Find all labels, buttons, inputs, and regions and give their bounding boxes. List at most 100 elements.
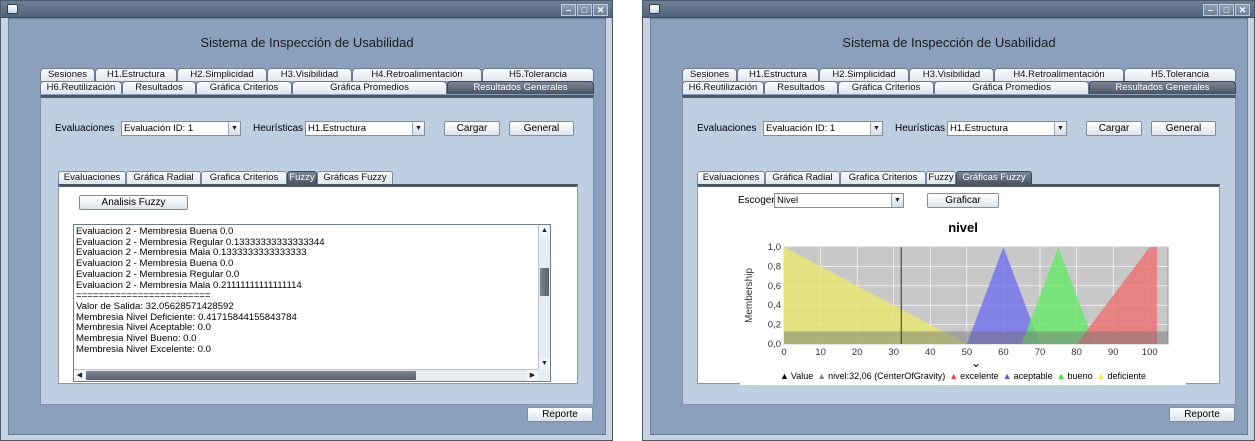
subtab-evaluaciones[interactable]: Evaluaciones [697,171,765,184]
tab-h5-tolerancia[interactable]: H5.Tolerancia [1124,68,1236,81]
tab-resultados[interactable]: Resultados [122,81,196,94]
fuzzy-output-lines: Evaluacion 2 - Membresia Buena 0.0 Evalua… [76,226,531,355]
tab-sesiones[interactable]: Sesiones [40,68,95,81]
scroll-thumb[interactable] [86,371,416,380]
tab-resultados-generales[interactable]: Resultados Generales [1089,81,1236,94]
evaluaciones-select[interactable]: Evaluación ID: 1 ▼ [763,121,883,136]
subtab-graficas-fuzzy[interactable]: Gráficas Fuzzy [317,171,393,184]
subtab-grafica-criterios[interactable]: Grafica Criterios [840,171,926,184]
scroll-left-icon[interactable]: ◀ [74,370,85,381]
fuzzy-chart: nivel 0 10 20 30 40 50 60 70 80 90 100 0,0 0,2 0,4 0,6… [740,217,1186,385]
tab-resultados-generales[interactable]: Resultados Generales [447,81,594,94]
minimize-icon[interactable]: – [1203,4,1218,16]
fuzzy-output-textarea[interactable]: Evaluacion 2 - Membresia Buena 0.0 Evalua… [73,224,551,382]
scroll-thumb[interactable] [540,268,549,296]
scroll-up-icon[interactable]: ▲ [539,225,550,236]
tab-h5-tolerancia[interactable]: H5.Tolerancia [482,68,594,81]
heuristicas-select[interactable]: H1.Estructura ▼ [305,121,425,136]
evaluaciones-select[interactable]: Evaluación ID: 1 ▼ [121,121,241,136]
x-tick-label: 50 [962,347,973,358]
x-tick-label: 20 [852,347,863,358]
app-title: Sistema de Inspección de Usabilidad [842,35,1056,50]
graficas-fuzzy-panel: Escoger Nivel ▼ Graficar nivel 0 10 20 30 40… [697,184,1220,385]
legend-marker-icon: ▲ [1002,371,1012,381]
main-tabs-row2: H6.Reutilización Resultados Gráfica Crit… [40,81,594,94]
legend-item: ▲ deficiente [1097,371,1146,381]
maximize-icon[interactable]: □ [577,4,592,16]
window-content: Sistema de Inspección de Usabilidad Sesi… [8,18,606,435]
tab-grafica-promedios[interactable]: Gráfica Promedios [934,81,1089,94]
escoger-select[interactable]: Nivel ▼ [774,193,904,208]
x-tick-label: 80 [1071,347,1082,358]
y-tick-label: 0,6 [768,281,781,292]
main-tabs-row1: Sesiones H1.Estructura H2.Simplicidad H3… [40,68,594,81]
tab-grafica-criterios[interactable]: Gráfica Criterios [196,81,292,94]
close-icon[interactable]: ✕ [593,4,608,16]
cargar-button[interactable]: Cargar [444,121,500,136]
app-icon [7,4,18,14]
output-line: Evaluacion 2 - Membresia Regular 0.0 [76,268,240,280]
reporte-button[interactable]: Reporte [1169,407,1235,422]
chevron-down-icon: ▼ [891,194,903,207]
legend-item: ▲ nivel:32,06 (CenterOfGravity) [817,371,945,381]
vertical-scrollbar[interactable]: ▲ ▼ [538,225,550,369]
legend-marker-icon: ▲ [817,371,827,381]
heuristicas-select[interactable]: H1.Estructura ▼ [947,121,1067,136]
escoger-label: Escoger [738,195,775,206]
cargar-button[interactable]: Cargar [1086,121,1142,136]
app-icon [649,4,660,14]
subtab-grafica-criterios[interactable]: Grafica Criterios [201,171,287,184]
tab-h3-visibilidad[interactable]: H3.Visibilidad [267,68,352,81]
subtab-fuzzy[interactable]: Fuzzy [287,171,317,184]
y-tick-label: 0,8 [768,261,781,272]
tab-h6-reutilizacion[interactable]: H6.Reutilización [682,81,764,94]
tab-h3-visibilidad[interactable]: H3.Visibilidad [909,68,994,81]
subtab-fuzzy[interactable]: Fuzzy [926,171,956,184]
tab-grafica-promedios[interactable]: Gráfica Promedios [292,81,447,94]
general-button[interactable]: General [509,121,574,136]
legend-label: excelente [960,371,999,381]
subtab-grafica-radial[interactable]: Gráfica Radial [765,171,840,184]
subtab-grafica-radial[interactable]: Gráfica Radial [126,171,201,184]
tab-resultados[interactable]: Resultados [764,81,838,94]
sub-tabs: Evaluaciones Gráfica Radial Grafica Crit… [58,171,393,184]
horizontal-scrollbar[interactable]: ◀ ▶ [74,369,538,381]
subtab-graficas-fuzzy[interactable]: Gráficas Fuzzy [956,171,1032,184]
sub-tabs: Evaluaciones Gráfica Radial Grafica Crit… [697,171,1032,184]
chevron-down-icon: ▼ [870,122,882,135]
evaluaciones-label: Evaluaciones [697,123,757,134]
x-tick-label: 90 [1108,347,1119,358]
chevron-down-icon: ▼ [1054,122,1066,135]
tab-grafica-criterios[interactable]: Gráfica Criterios [838,81,934,94]
scroll-down-icon[interactable]: ▼ [539,358,550,369]
x-tick-label: 40 [925,347,936,358]
tab-h4-retroalimentacion[interactable]: H4.Retroalimentación [994,68,1124,81]
legend-marker-icon: ▲ [949,371,959,381]
tab-h6-reutilizacion[interactable]: H6.Reutilización [40,81,122,94]
scroll-right-icon[interactable]: ▶ [527,370,538,381]
chevron-down-icon: ▼ [412,122,424,135]
tab-h1-estructura[interactable]: H1.Estructura [95,68,177,81]
chart-legend: ▲ Value ▲ nivel:32,06 (CenterOfGravity) ▲ exc… [740,371,1186,381]
reporte-button[interactable]: Reporte [527,407,593,422]
subtab-evaluaciones[interactable]: Evaluaciones [58,171,126,184]
tab-sesiones[interactable]: Sesiones [682,68,737,81]
x-axis-label: x [973,361,980,367]
minimize-icon[interactable]: – [561,4,576,16]
y-tick-label: 1,0 [768,242,781,253]
general-button[interactable]: General [1151,121,1216,136]
maximize-icon[interactable]: □ [1219,4,1234,16]
right-window: – □ ✕ Sistema de Inspección de Usabilida… [642,0,1255,441]
tab-h2-simplicidad[interactable]: H2.Simplicidad [177,68,267,81]
tab-h1-estructura[interactable]: H1.Estructura [737,68,819,81]
tab-h2-simplicidad[interactable]: H2.Simplicidad [819,68,909,81]
heuristicas-label: Heurísticas [253,123,304,134]
tab-h4-retroalimentacion[interactable]: H4.Retroalimentación [352,68,482,81]
close-icon[interactable]: ✕ [1235,4,1250,16]
x-tick-label: 10 [815,347,826,358]
graficar-button[interactable]: Graficar [927,193,999,208]
escoger-value: Nivel [777,195,799,206]
left-window: – □ ✕ Sistema de Inspección de Usabilida… [0,0,613,441]
analisis-fuzzy-button[interactable]: Analisis Fuzzy [79,195,188,210]
legend-item: ▲ aceptable [1003,371,1053,381]
